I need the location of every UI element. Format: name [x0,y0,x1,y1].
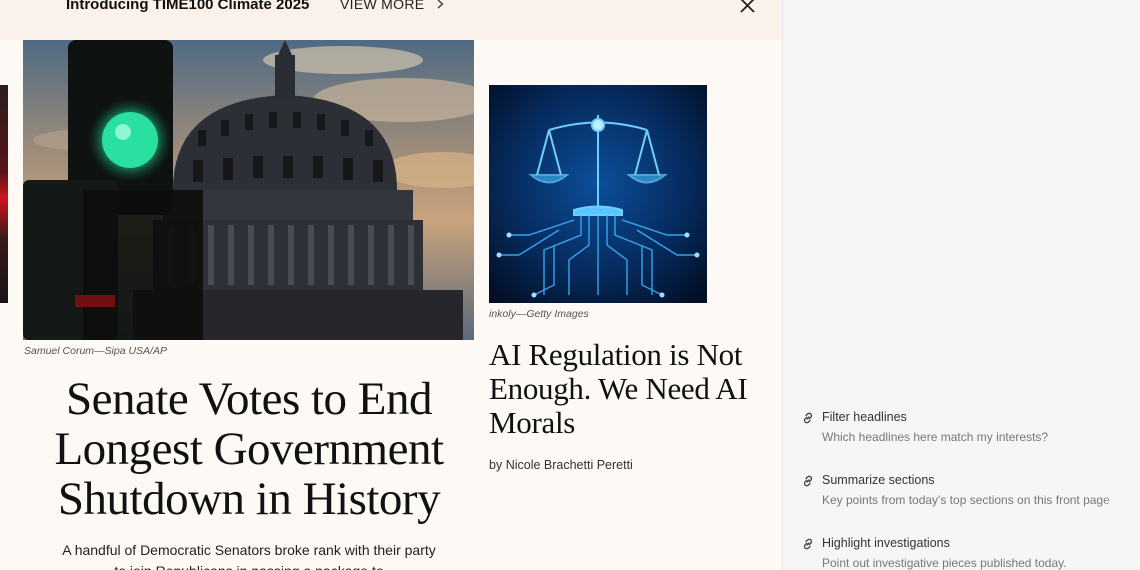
suggestion-description: Point out investigative pieces published… [822,556,1067,570]
link-icon [801,537,815,551]
suggestion-description: Key points from today's top sections on … [822,493,1110,507]
suggestion-title: Filter headlines [822,410,907,424]
news-front-page: Introducing TIME100 Climate 2025 VIEW MO… [0,0,782,570]
view-more-label: VIEW MORE [340,0,425,12]
hero-image[interactable] [23,40,474,340]
assistant-panel: Filter headlines Which headlines here ma… [782,0,1140,570]
suggestion-title: Summarize sections [822,473,935,487]
suggestion-highlight-investigations[interactable]: Highlight investigations Point out inves… [801,536,1140,570]
side-story-byline: by Nicole Brachetti Peretti [489,458,633,472]
author-link[interactable]: Nicole Brachetti Peretti [506,458,633,472]
browser-view: Introducing TIME100 Climate 2025 VIEW MO… [0,0,1140,570]
suggestion-summarize-sections[interactable]: Summarize sections Key points from today… [801,473,1140,520]
previous-story-image[interactable] [0,85,8,303]
view-more-link[interactable]: VIEW MORE [340,0,444,12]
hero-summary: A handful of Democratic Senators broke r… [62,542,436,570]
link-icon [801,474,815,488]
byline-prefix: by [489,458,503,472]
suggestion-description: Which headlines here match my interests? [822,430,1049,444]
close-icon[interactable] [738,0,758,16]
promo-title[interactable]: Introducing TIME100 Climate 2025 [66,0,309,13]
hero-image-credit: Samuel Corum—Sipa USA/AP [24,345,167,357]
side-story-image[interactable] [489,85,707,303]
link-icon [801,411,815,425]
side-story-image-credit: inkoly—Getty Images [489,308,589,320]
promo-banner: Introducing TIME100 Climate 2025 VIEW MO… [0,0,782,40]
text-fade-overlay [1101,470,1140,520]
hero-headline-link[interactable]: Senate Votes to End Longest Government S… [30,374,468,524]
chevron-right-icon [437,0,444,12]
suggestion-filter-headlines[interactable]: Filter headlines Which headlines here ma… [801,410,1140,457]
suggestion-title: Highlight investigations [822,536,950,550]
side-story-headline-link[interactable]: AI Regulation is Not Enough. We Need AI … [489,338,749,440]
